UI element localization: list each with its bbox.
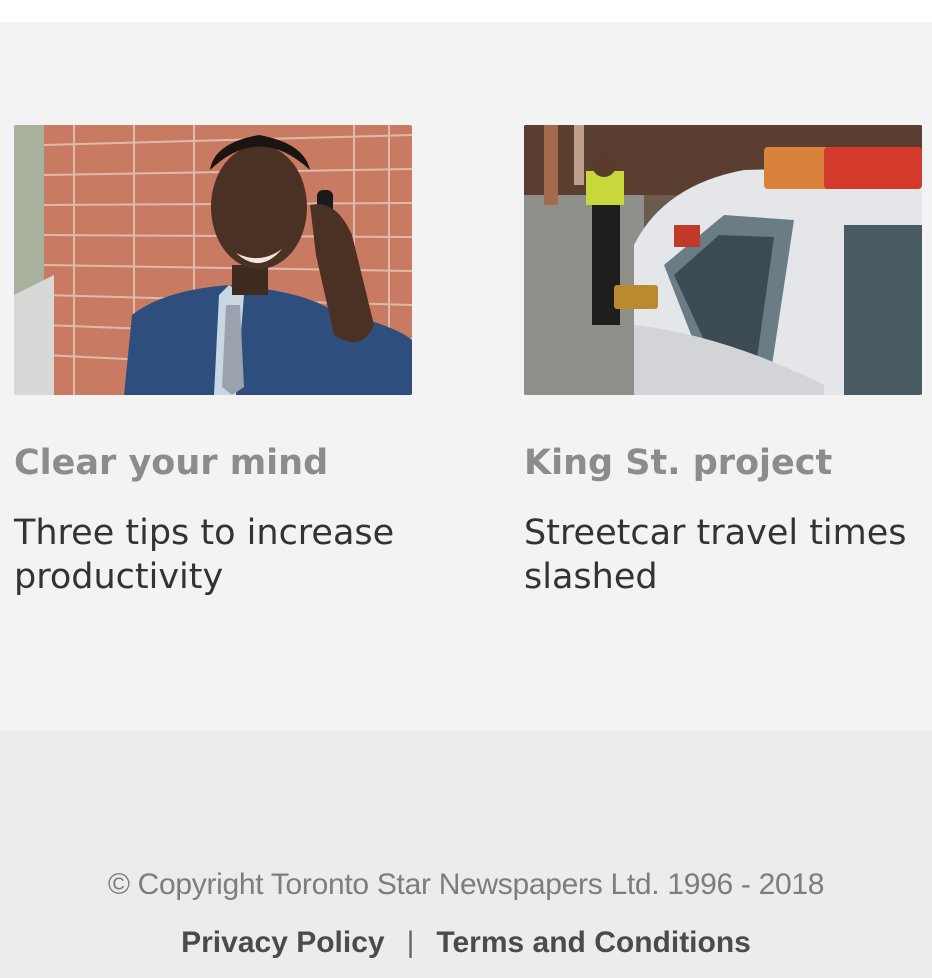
page-footer: © Copyright Toronto Star Newspapers Ltd.… [0,730,932,978]
man-on-phone-photo[interactable] [14,125,412,395]
terms-and-conditions-link[interactable]: Terms and Conditions [436,926,750,959]
story-card-clear-your-mind[interactable]: Clear your mind Three tips to increase p… [14,125,412,599]
related-stories: Clear your mind Three tips to increase p… [0,22,932,730]
story-card-king-st-project[interactable]: King St. project Streetcar travel times … [524,125,922,599]
link-separator: | [406,926,415,959]
top-bar [0,0,932,22]
story-headline[interactable]: Three tips to increase productivity [14,511,412,599]
police-car-street-photo[interactable] [524,125,922,395]
footer-links: Privacy Policy | Terms and Conditions [0,926,932,960]
story-kicker[interactable]: Clear your mind [14,443,412,483]
story-headline[interactable]: Streetcar travel times slashed [524,511,922,599]
story-kicker[interactable]: King St. project [524,443,922,483]
copyright-notice: © Copyright Toronto Star Newspapers Ltd.… [107,868,825,901]
privacy-policy-link[interactable]: Privacy Policy [181,926,384,959]
